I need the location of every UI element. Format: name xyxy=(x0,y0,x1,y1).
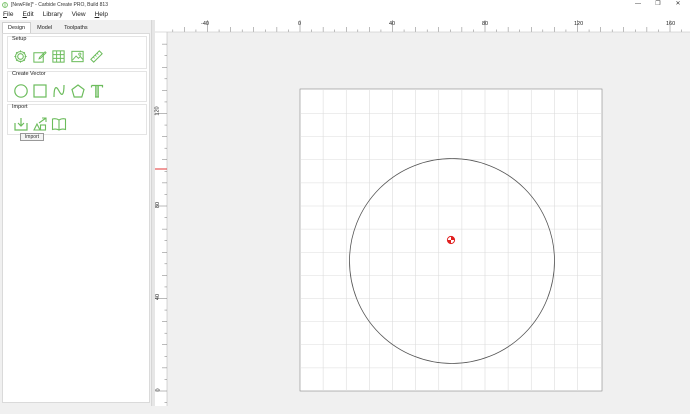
x-tick-label: 80 xyxy=(482,21,489,27)
menu-library[interactable]: Library xyxy=(43,11,63,18)
import-title: Import xyxy=(12,104,28,110)
menu-view[interactable]: View xyxy=(72,11,86,18)
design-tab-page: Setup Create Vector Import xyxy=(2,33,150,403)
grid-icon[interactable] xyxy=(50,48,67,65)
tab-design[interactable]: Design xyxy=(2,22,32,33)
tab-model[interactable]: Model xyxy=(31,22,58,33)
window-controls: — ❐ ✕ xyxy=(628,0,688,9)
y-tick-label: 40 xyxy=(155,293,162,301)
text-icon[interactable] xyxy=(88,82,105,99)
setup-title: Setup xyxy=(12,36,27,42)
import-tooltip: Import xyxy=(20,133,44,141)
job-setup-icon[interactable] xyxy=(12,48,29,65)
center-marker[interactable] xyxy=(446,235,456,245)
setup-section: Setup xyxy=(7,36,147,69)
image-icon[interactable] xyxy=(69,48,86,65)
menu-help[interactable]: Help xyxy=(95,11,108,18)
polygon-icon[interactable] xyxy=(69,82,86,99)
menu-file[interactable]: File xyxy=(3,11,14,18)
app-icon xyxy=(2,1,8,8)
edit-icon[interactable] xyxy=(31,48,48,65)
x-tick-label: 120 xyxy=(574,21,584,27)
x-tick-labels: -40 0 40 80 120 160 xyxy=(155,20,690,32)
curve-icon[interactable] xyxy=(50,82,67,99)
x-tick-label: 160 xyxy=(666,21,676,27)
library-icon[interactable] xyxy=(50,115,67,132)
minimize-button[interactable]: — xyxy=(628,0,648,9)
import-section: Import xyxy=(7,104,147,135)
close-button[interactable]: ✕ xyxy=(668,0,688,9)
status-bar xyxy=(0,406,690,414)
y-tick-label: 80 xyxy=(155,201,162,209)
y-tick-label: 0 xyxy=(155,388,162,392)
create-vector-section: Create Vector xyxy=(7,71,147,102)
circle-icon[interactable] xyxy=(12,82,29,99)
menu-edit[interactable]: Edit xyxy=(23,11,34,18)
y-tick-label: 120 xyxy=(154,106,161,116)
title-bar: [NewFile]* - Carbide Create PRO, Build 8… xyxy=(0,0,690,9)
design-canvas[interactable] xyxy=(155,20,690,406)
ruler-icon[interactable] xyxy=(88,48,105,65)
menu-bar: File Edit Library View Help xyxy=(0,9,690,20)
create-vector-title: Create Vector xyxy=(12,71,46,77)
maximize-button[interactable]: ❐ xyxy=(648,0,668,9)
window-title: [NewFile]* - Carbide Create PRO, Build 8… xyxy=(11,1,108,8)
x-tick-label: 40 xyxy=(389,21,396,27)
tab-toolpaths[interactable]: Toolpaths xyxy=(58,22,94,33)
tab-bar: Design Model Toolpaths xyxy=(0,22,151,33)
design-canvas-area[interactable]: -40 0 40 80 120 160 120 80 40 0 xyxy=(155,20,690,406)
x-tick-label: -40 xyxy=(201,21,209,27)
x-tick-label: 0 xyxy=(298,21,302,27)
y-tick-labels: 120 80 40 0 xyxy=(155,20,167,406)
import-icon[interactable] xyxy=(12,115,29,132)
import-svg-icon[interactable] xyxy=(31,115,48,132)
rectangle-icon[interactable] xyxy=(31,82,48,99)
